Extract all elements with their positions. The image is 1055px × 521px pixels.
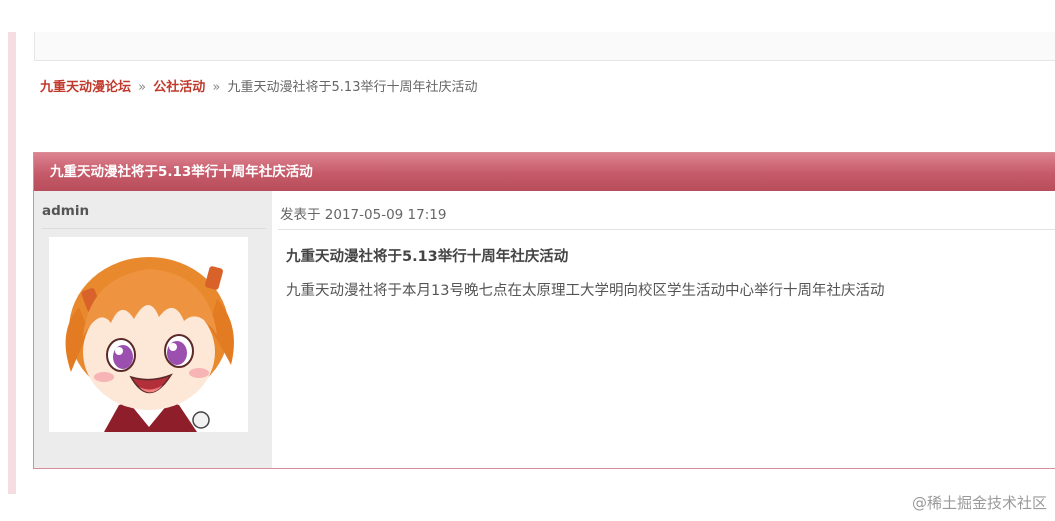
author-name[interactable]: admin <box>42 203 89 219</box>
page: 九重天动漫论坛 » 公社活动 » 九重天动漫社将于5.13举行十周年社庆活动 九… <box>0 0 1055 521</box>
breadcrumb-separator: » <box>138 80 147 95</box>
post-body: 发表于 2017-05-09 17:19 九重天动漫社将于5.13举行十周年社庆… <box>272 191 1055 468</box>
post-panel: 九重天动漫社将于5.13举行十周年社庆活动 admin 发表于 2017-05-… <box>33 152 1055 469</box>
watermark: @稀土掘金技术社区 <box>911 494 1047 512</box>
meta-divider <box>278 229 1055 230</box>
author-column: admin <box>34 191 272 468</box>
breadcrumb: 九重天动漫论坛 » 公社活动 » 九重天动漫社将于5.13举行十周年社庆活动 <box>40 76 477 95</box>
post-content: 九重天动漫社将于本月13号晚七点在太原理工大学明向校区学生活动中心举行十周年社庆… <box>286 283 885 299</box>
post-timestamp: 发表于 2017-05-09 17:19 <box>280 207 447 223</box>
breadcrumb-forum-link[interactable]: 九重天动漫论坛 <box>40 80 131 95</box>
post-title: 九重天动漫社将于5.13举行十周年社庆活动 <box>286 249 569 265</box>
breadcrumb-current: 九重天动漫社将于5.13举行十周年社庆活动 <box>227 80 478 95</box>
breadcrumb-category-link[interactable]: 公社活动 <box>153 80 205 95</box>
anime-girl-avatar-icon <box>65 257 234 432</box>
author-divider <box>42 228 266 229</box>
post-header-title: 九重天动漫社将于5.13举行十周年社庆活动 <box>34 153 1055 191</box>
breadcrumb-separator: » <box>212 80 221 95</box>
top-panel <box>34 32 1055 61</box>
avatar[interactable] <box>49 237 248 432</box>
left-accent-bar <box>8 32 16 494</box>
